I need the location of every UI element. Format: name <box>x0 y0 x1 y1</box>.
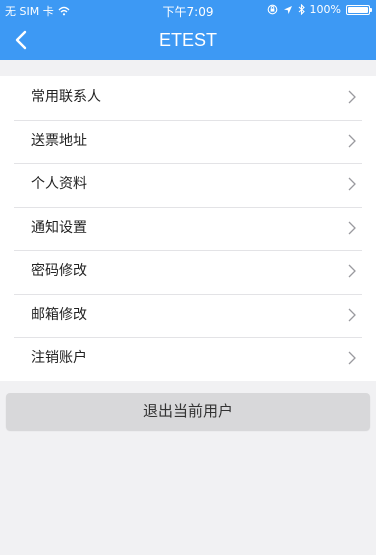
menu-item-profile[interactable]: 个人资料 <box>0 163 376 207</box>
menu-item-label: 通知设置 <box>31 219 87 236</box>
menu-item-notification-settings[interactable]: 通知设置 <box>0 206 376 251</box>
nav-bar: ETEST <box>0 20 376 60</box>
menu-item-ticket-address[interactable]: 送票地址 <box>0 119 376 164</box>
status-bar: 无 SIM 卡 下午7:09 100% <box>0 0 376 20</box>
chevron-right-icon <box>348 351 356 365</box>
logout-button[interactable]: 退出当前用户 <box>6 393 370 430</box>
chevron-right-icon <box>348 134 356 147</box>
chevron-right-icon <box>348 90 356 104</box>
menu-item-change-email[interactable]: 邮箱修改 <box>0 293 376 338</box>
location-icon <box>283 5 292 14</box>
orientation-lock-icon <box>267 4 277 15</box>
menu-item-delete-account[interactable]: 注销账户 <box>0 337 376 381</box>
battery-icon <box>346 4 372 15</box>
chevron-right-icon <box>348 177 356 191</box>
menu-item-label: 个人资料 <box>31 176 87 192</box>
chevron-right-icon <box>348 308 356 321</box>
menu-item-label: 送票地址 <box>31 132 87 149</box>
menu-item-frequent-contacts[interactable]: 常用联系人 <box>0 76 376 120</box>
chevron-right-icon <box>348 264 356 278</box>
settings-menu: 常用联系人 送票地址 个人资料 通知设置 密码修改 邮箱修改 注销账户 <box>0 76 376 381</box>
chevron-right-icon <box>348 221 356 234</box>
bluetooth-icon <box>298 4 305 15</box>
battery-percent: 100% <box>309 3 341 16</box>
menu-item-label: 邮箱修改 <box>31 306 87 323</box>
status-right: 100% <box>267 3 372 16</box>
page-title: ETEST <box>158 30 217 50</box>
menu-item-label: 密码修改 <box>31 263 87 279</box>
menu-item-change-password[interactable]: 密码修改 <box>0 250 376 294</box>
menu-item-label: 常用联系人 <box>31 89 101 105</box>
menu-item-label: 注销账户 <box>31 350 87 366</box>
battery-fill <box>348 6 368 13</box>
